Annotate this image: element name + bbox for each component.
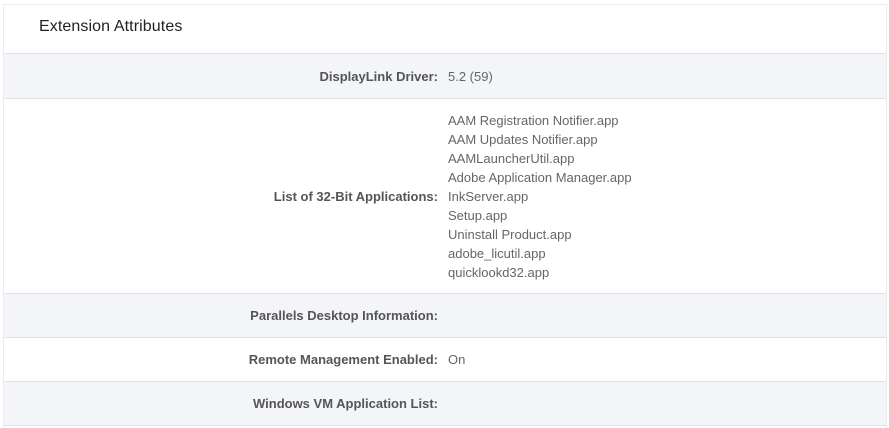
- list-item: adobe_licutil.app: [448, 245, 546, 261]
- list-item: AAM Updates Notifier.app: [448, 131, 598, 147]
- attribute-row-remote-management: Remote Management Enabled: On: [4, 338, 886, 382]
- list-item: Adobe Application Manager.app: [448, 169, 632, 185]
- list-item: AAMLauncherUtil.app: [448, 150, 575, 166]
- list-item: quicklookd32.app: [448, 264, 550, 280]
- attribute-row-32bit-applications: List of 32-Bit Applications: AAM Registr…: [4, 99, 886, 294]
- section-title: Extension Attributes: [39, 18, 183, 35]
- application-list: AAM Registration Notifier.app AAM Update…: [438, 111, 632, 282]
- extension-attributes-panel: Extension Attributes DisplayLink Driver:…: [3, 4, 887, 428]
- attribute-label: Remote Management Enabled:: [248, 352, 438, 367]
- attribute-label: List of 32-Bit Applications:: [273, 188, 438, 204]
- attribute-value: 5.2 (59): [448, 68, 493, 84]
- list-item: Uninstall Product.app: [448, 226, 572, 242]
- attribute-label: Windows VM Application List:: [252, 396, 438, 411]
- list-item: Setup.app: [448, 207, 508, 223]
- list-item: AAM Registration Notifier.app: [448, 112, 619, 128]
- attribute-row-parallels-desktop: Parallels Desktop Information:: [4, 294, 886, 338]
- list-item: InkServer.app: [448, 188, 529, 204]
- section-header: Extension Attributes: [4, 5, 886, 54]
- attribute-label: Parallels Desktop Information:: [250, 308, 438, 323]
- attribute-label: DisplayLink Driver:: [319, 68, 439, 84]
- attribute-row-windows-vm-application-list: Windows VM Application List:: [4, 382, 886, 426]
- attribute-value: On: [448, 352, 466, 367]
- attribute-row-displaylink-driver: DisplayLink Driver: 5.2 (59): [4, 54, 886, 99]
